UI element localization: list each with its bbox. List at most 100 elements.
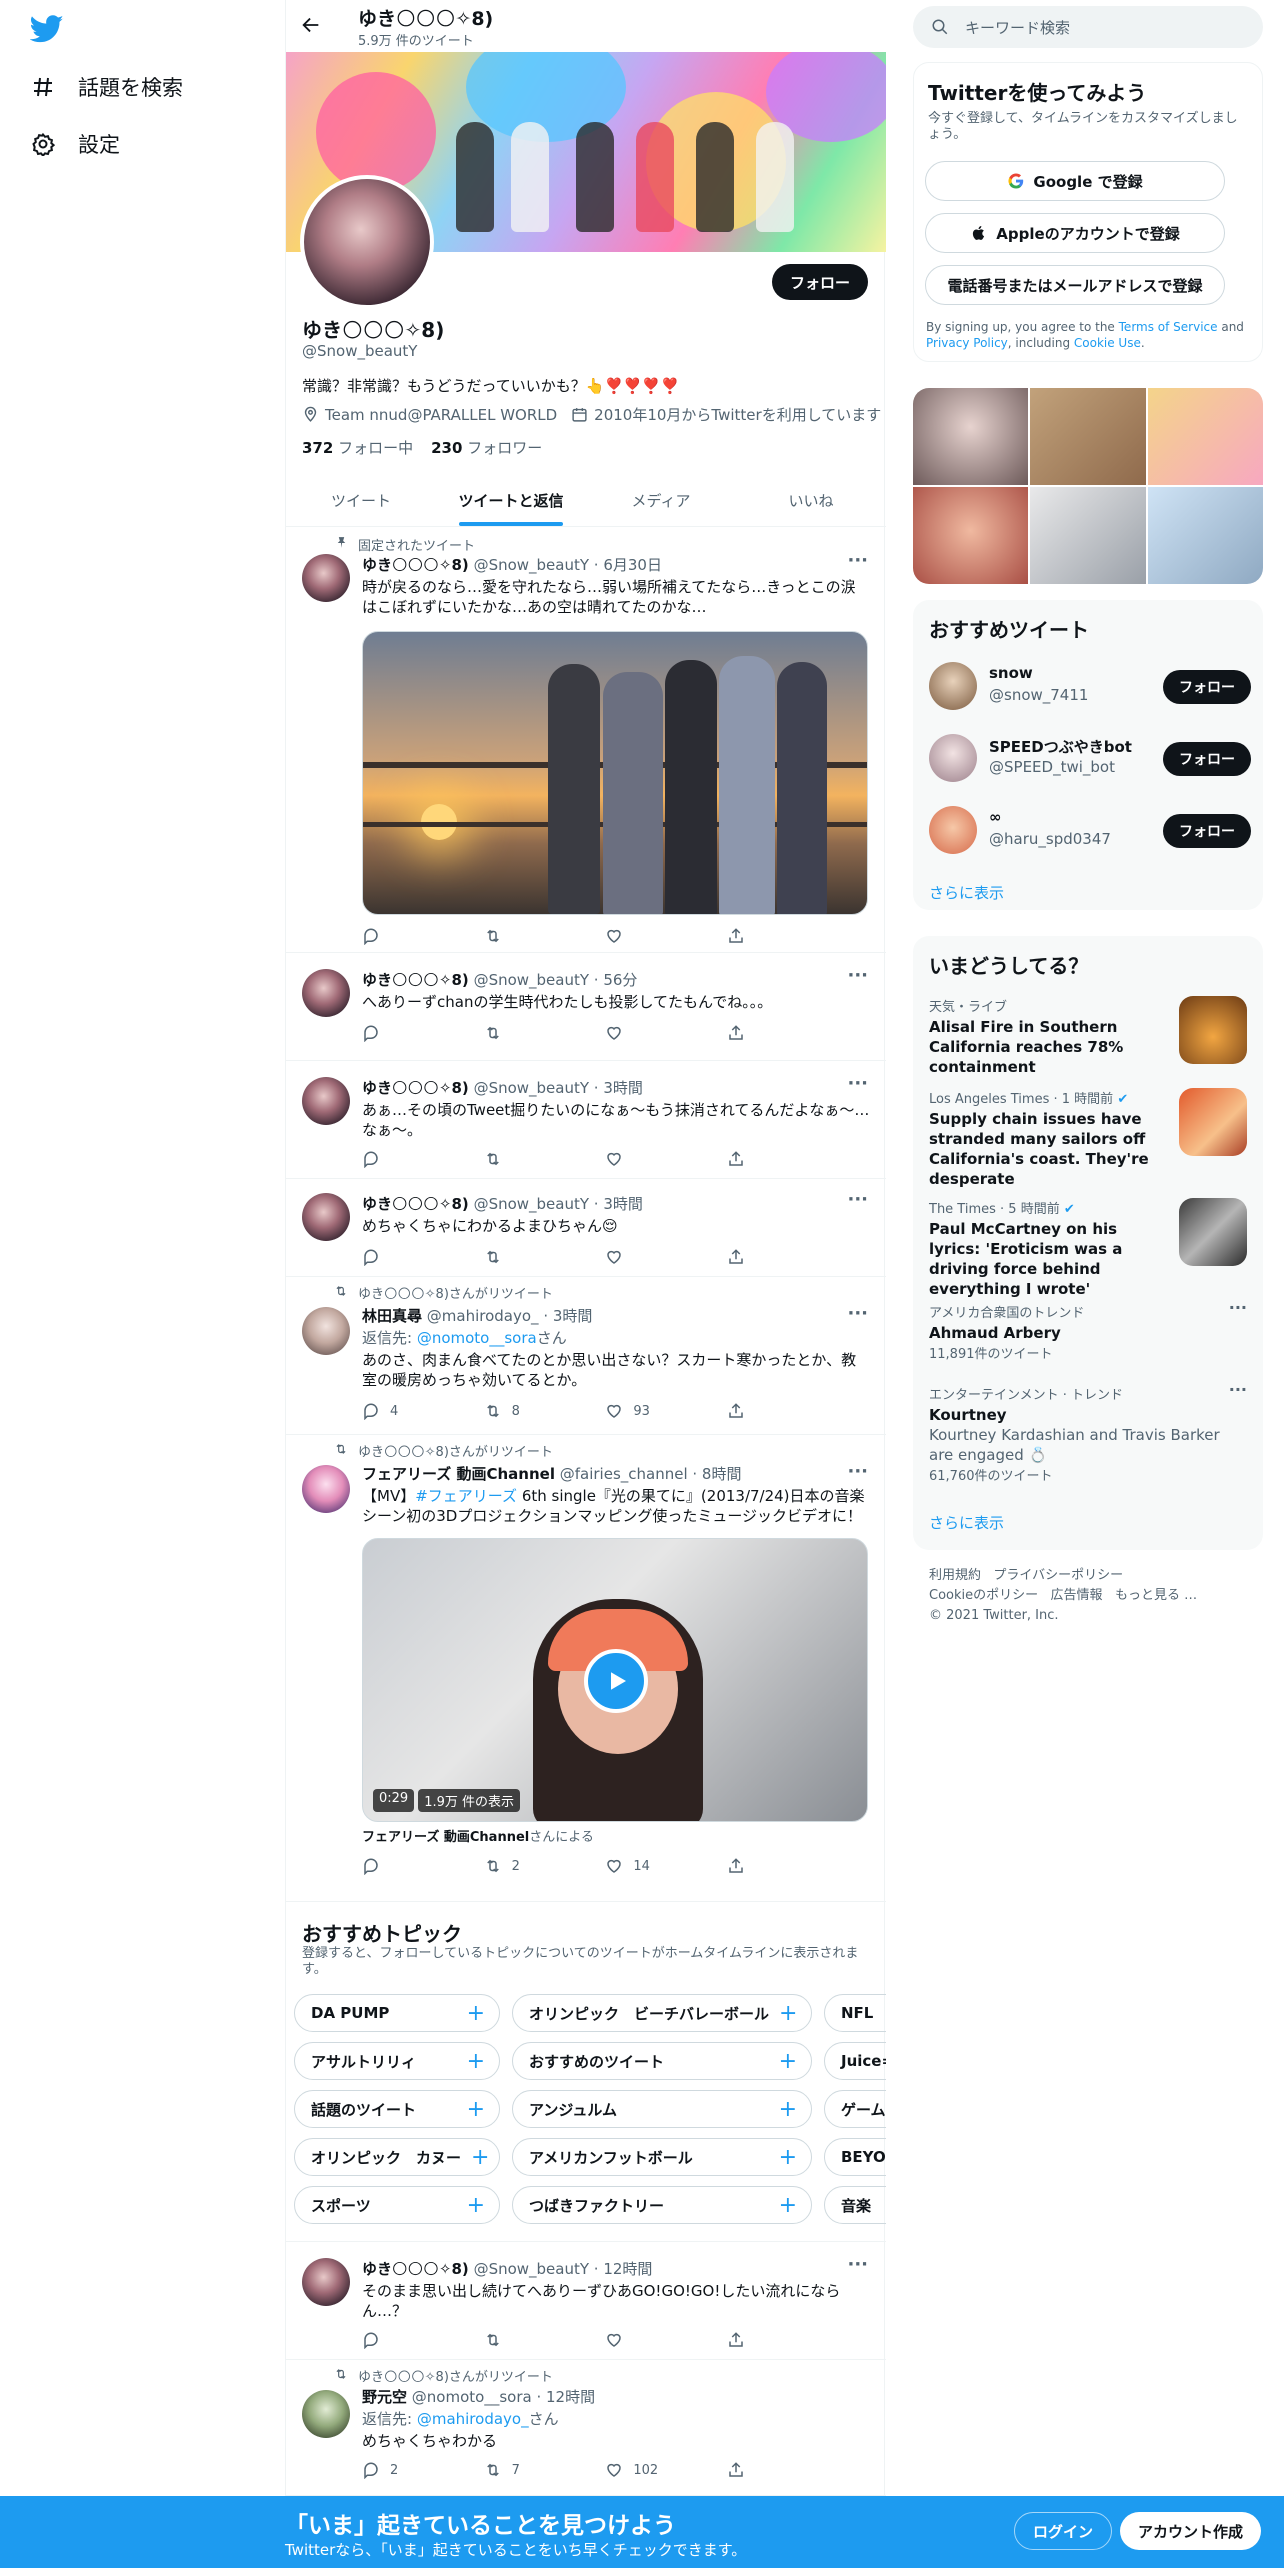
tweet-video[interactable]: 0:29 1.9万 件の表示 bbox=[362, 1538, 868, 1822]
avatar[interactable] bbox=[302, 2390, 350, 2438]
footer-terms-link[interactable]: 利用規約 bbox=[929, 1568, 981, 1583]
reply-button[interactable]: 2 bbox=[362, 2461, 422, 2479]
tab-tweets[interactable]: ツイート bbox=[286, 474, 436, 526]
avatar[interactable] bbox=[302, 1077, 350, 1125]
share-button[interactable] bbox=[727, 1248, 787, 1266]
topic-chip[interactable]: Juice= bbox=[824, 2042, 886, 2080]
more-options-icon[interactable]: ··· bbox=[1229, 1298, 1247, 1317]
follow-button[interactable]: フォロー bbox=[1163, 814, 1251, 848]
tweet[interactable]: ゆき🌕🌕🌕✧8)さんがリツイート ··· 林田真尋 @mahirodayo_ ·… bbox=[286, 1277, 886, 1435]
tweet-author-name[interactable]: ゆき🌕🌕🌕✧8) bbox=[362, 1195, 469, 1213]
show-more-link[interactable]: さらに表示 bbox=[929, 882, 1004, 903]
footer-privacy-link[interactable]: プライバシーポリシー bbox=[993, 1568, 1123, 1583]
like-button[interactable]: 93 bbox=[605, 1402, 665, 1420]
reply-to-link[interactable]: @mahirodayo_ bbox=[417, 2410, 529, 2428]
share-button[interactable] bbox=[727, 1024, 787, 1042]
trend-item[interactable]: エンターテインメント · トレンド Kourtney Kourtney Kard… bbox=[929, 1380, 1247, 1484]
tweet-author-name[interactable]: ゆき🌕🌕🌕✧8) bbox=[362, 1079, 469, 1097]
topic-chip[interactable]: ゲーム bbox=[824, 2090, 886, 2128]
footer-ads-link[interactable]: 広告情報 bbox=[1051, 1588, 1103, 1603]
retweet-button[interactable] bbox=[484, 1150, 544, 1168]
cookie-link[interactable]: Cookie Use bbox=[1074, 336, 1141, 350]
like-button[interactable] bbox=[605, 1150, 665, 1168]
media-thumbnail[interactable] bbox=[1147, 388, 1263, 485]
topic-chip[interactable]: 話題のツイート + bbox=[294, 2090, 500, 2128]
tweet[interactable]: ··· ゆき🌕🌕🌕✧8) @Snow_beautY · 3時間 あぁ…その頃のT… bbox=[286, 1061, 886, 1179]
reply-button[interactable] bbox=[362, 2331, 422, 2349]
privacy-link[interactable]: Privacy Policy bbox=[926, 336, 1008, 350]
topic-chip[interactable]: アンジュルム + bbox=[512, 2090, 812, 2128]
play-button-icon[interactable] bbox=[584, 1649, 648, 1713]
like-button[interactable]: 102 bbox=[605, 2461, 665, 2479]
reply-button[interactable] bbox=[362, 1024, 422, 1042]
twitter-logo-icon[interactable] bbox=[29, 12, 70, 52]
avatar[interactable] bbox=[929, 662, 977, 710]
apple-signup-button[interactable]: Appleのアカウントで登録 bbox=[925, 213, 1225, 253]
avatar[interactable] bbox=[302, 2258, 350, 2306]
profile-avatar[interactable] bbox=[300, 175, 434, 309]
google-signup-button[interactable]: Google で登録 bbox=[925, 161, 1225, 201]
tweet-author-name[interactable]: 林田真尋 bbox=[362, 1307, 422, 1325]
share-button[interactable] bbox=[727, 1150, 787, 1168]
tweet-author-name[interactable]: ゆき🌕🌕🌕✧8) bbox=[362, 2260, 469, 2278]
avatar[interactable] bbox=[929, 806, 977, 854]
media-thumbnail[interactable] bbox=[913, 487, 1029, 584]
phone-email-signup-button[interactable]: 電話番号またはメールアドレスで登録 bbox=[925, 265, 1225, 305]
topic-chip[interactable]: スポーツ + bbox=[294, 2186, 500, 2224]
topic-chip[interactable]: BEYO bbox=[824, 2138, 886, 2176]
like-button[interactable] bbox=[605, 1024, 665, 1042]
trend-item[interactable]: Los Angeles Times · 1 時間前 ✔ Supply chain… bbox=[929, 1088, 1247, 1189]
reply-button[interactable] bbox=[362, 927, 422, 945]
reply-button[interactable]: 4 bbox=[362, 1402, 422, 1420]
more-options-icon[interactable]: ··· bbox=[1229, 1380, 1247, 1399]
retweet-button[interactable] bbox=[484, 927, 544, 945]
tweet[interactable]: ··· ゆき🌕🌕🌕✧8) @Snow_beautY · 12時間 そのまま思い出… bbox=[286, 2242, 886, 2360]
video-source-name[interactable]: フェアリーズ 動画Channel bbox=[362, 1830, 529, 1845]
retweet-button[interactable]: 8 bbox=[484, 1402, 544, 1420]
topic-chip[interactable]: オリンピック カヌー + bbox=[294, 2138, 500, 2176]
media-thumbnail[interactable] bbox=[1030, 388, 1146, 485]
tweet-author-name[interactable]: ゆき🌕🌕🌕✧8) bbox=[362, 556, 469, 574]
topic-chip[interactable]: アサルトリリィ + bbox=[294, 2042, 500, 2080]
recommended-user[interactable]: ∞ @haru_spd0347 フォロー bbox=[929, 800, 1251, 860]
like-button[interactable] bbox=[605, 927, 665, 945]
topic-chip[interactable]: つばきファクトリー + bbox=[512, 2186, 812, 2224]
tweet[interactable]: ゆき🌕🌕🌕✧8)さんがリツイート 野元空 @nomoto__sora · 12時… bbox=[286, 2360, 886, 2496]
share-button[interactable] bbox=[727, 2461, 787, 2479]
avatar[interactable] bbox=[302, 1307, 350, 1355]
like-button[interactable] bbox=[605, 2331, 665, 2349]
show-more-link[interactable]: さらに表示 bbox=[929, 1512, 1004, 1533]
media-thumbnail[interactable] bbox=[1147, 487, 1263, 584]
trend-item[interactable]: The Times · 5 時間前 ✔ Paul McCartney on hi… bbox=[929, 1198, 1247, 1299]
retweet-button[interactable]: 7 bbox=[484, 2461, 544, 2479]
topic-chip[interactable]: 音楽 bbox=[824, 2186, 886, 2224]
reply-button[interactable] bbox=[362, 1857, 422, 1875]
share-button[interactable] bbox=[727, 1857, 787, 1875]
followers-link[interactable]: 230 フォロワー bbox=[431, 437, 542, 458]
avatar[interactable] bbox=[302, 1465, 350, 1513]
tab-likes[interactable]: いいね bbox=[736, 474, 886, 526]
media-thumbnail[interactable] bbox=[913, 388, 1029, 485]
tweet[interactable]: ··· ゆき🌕🌕🌕✧8) @Snow_beautY · 3時間 めちゃくちゃにわ… bbox=[286, 1179, 886, 1277]
tweet-author-name[interactable]: 野元空 bbox=[362, 2388, 407, 2406]
create-account-button[interactable]: アカウント作成 bbox=[1120, 2512, 1262, 2550]
topic-chip[interactable]: おすすめのツイート + bbox=[512, 2042, 812, 2080]
tab-media[interactable]: メディア bbox=[586, 474, 736, 526]
trend-item[interactable]: 天気・ライブ Alisal Fire in Southern Californi… bbox=[929, 996, 1247, 1077]
nav-settings[interactable]: 設定 bbox=[30, 124, 120, 164]
follow-button[interactable]: フォロー bbox=[771, 264, 868, 300]
retweet-button[interactable]: 2 bbox=[484, 1857, 544, 1875]
tab-tweets-and-replies[interactable]: ツイートと返信 bbox=[436, 474, 586, 526]
tweet[interactable]: 固定されたツイート ··· ゆき🌕🌕🌕✧8) @Snow_beautY · 6月… bbox=[286, 528, 886, 953]
avatar[interactable] bbox=[302, 1193, 350, 1241]
like-button[interactable] bbox=[605, 1248, 665, 1266]
terms-link[interactable]: Terms of Service bbox=[1119, 320, 1218, 334]
avatar[interactable] bbox=[302, 554, 350, 602]
tweet[interactable]: ··· ゆき🌕🌕🌕✧8) @Snow_beautY · 56分 へありーずcha… bbox=[286, 953, 886, 1061]
topic-chip[interactable]: オリンピック ビーチバレーボール + bbox=[512, 1994, 812, 2032]
footer-more-link[interactable]: もっと見る … bbox=[1115, 1588, 1197, 1603]
search-input[interactable]: キーワード検索 bbox=[913, 6, 1263, 48]
retweet-button[interactable] bbox=[484, 1024, 544, 1042]
media-thumbnail[interactable] bbox=[1030, 487, 1146, 584]
share-button[interactable] bbox=[727, 2331, 787, 2349]
